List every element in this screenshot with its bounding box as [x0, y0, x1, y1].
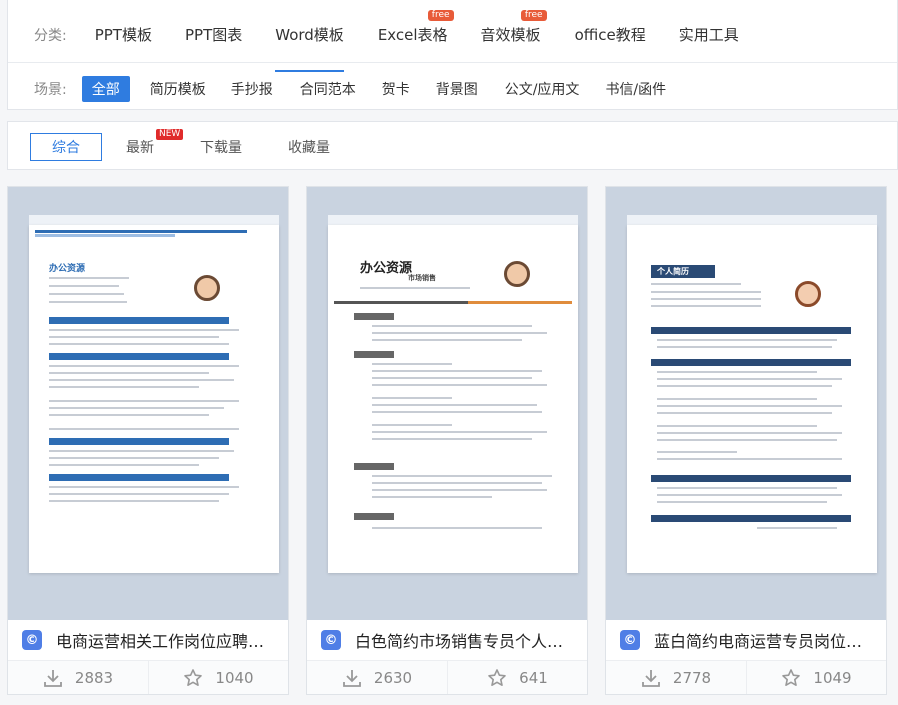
scene-official-doc[interactable]: 公文/应用文 — [505, 79, 580, 99]
scene-letter[interactable]: 书信/函件 — [605, 79, 666, 99]
preview-name: 办公资源 — [49, 264, 86, 274]
avatar — [504, 261, 530, 287]
preview-name: 个人简历 — [651, 265, 715, 278]
resume-preview-sheet: 办公资源 — [29, 225, 279, 573]
template-preview[interactable]: 办公资源 — [8, 187, 288, 620]
c-icon: © — [620, 630, 640, 650]
c-icon: © — [22, 630, 42, 650]
scene-resume[interactable]: 简历模板 — [150, 79, 206, 99]
category-ppt-template[interactable]: PPT模板 — [95, 24, 152, 45]
new-badge: NEW — [156, 129, 184, 140]
card-title[interactable]: 蓝白简约电商运营专员岗位个人简历 — [654, 628, 870, 652]
scene-contract[interactable]: 合同范本 — [300, 79, 356, 99]
download-icon — [44, 669, 62, 687]
sort-row: 综合 最新 NEW 下载量 收藏量 — [30, 129, 330, 161]
card-title-row[interactable]: © 电商运营相关工作岗位应聘个人简历 — [8, 620, 288, 660]
star-icon — [782, 668, 801, 686]
category-sound[interactable]: 音效模板 free — [481, 10, 547, 45]
download-count[interactable]: 2778 — [606, 661, 746, 694]
avatar — [194, 275, 220, 301]
scene-background[interactable]: 背景图 — [436, 79, 478, 99]
category-ppt-chart[interactable]: PPT图表 — [185, 24, 242, 45]
sort-newest[interactable]: 最新 NEW — [126, 129, 184, 157]
resume-preview-sheet: 办公资源 市场销售 — [328, 225, 578, 573]
divider — [8, 62, 897, 63]
download-count[interactable]: 2630 — [307, 661, 447, 694]
free-badge: free — [427, 10, 454, 21]
active-underline — [275, 70, 344, 72]
category-tools[interactable]: 实用工具 — [679, 24, 739, 45]
scene-row: 场景: 全部 简历模板 手抄报 合同范本 贺卡 背景图 公文/应用文 书信/函件 — [34, 76, 666, 102]
template-card[interactable]: 办公资源 © 电商运营相关工作岗位应聘个 2883 1040 — [7, 186, 289, 695]
sort-favorites[interactable]: 收藏量 — [288, 137, 330, 157]
resume-preview-sheet: 个人简历 — [627, 225, 877, 573]
card-title[interactable]: 电商运营相关工作岗位应聘个人简历 — [56, 628, 272, 652]
sort-downloads[interactable]: 下载量 — [200, 137, 242, 157]
c-icon: © — [321, 630, 341, 650]
preview-name: 办公资源 — [360, 261, 413, 276]
category-label: 分类: — [34, 27, 67, 44]
favorite-count[interactable]: 641 — [447, 661, 587, 694]
download-count[interactable]: 2883 — [8, 661, 148, 694]
sort-comprehensive[interactable]: 综合 — [30, 133, 102, 161]
favorite-count[interactable]: 1049 — [746, 661, 886, 694]
card-title[interactable]: 白色简约市场销售专员个人简历 — [355, 628, 571, 652]
scene-all[interactable]: 全部 — [81, 76, 130, 102]
category-office-tutorial[interactable]: office教程 — [575, 24, 646, 45]
template-card[interactable]: 办公资源 市场销售 © 白色简约市场销售专员个人简历 2630 641 — [306, 186, 588, 695]
card-title-row[interactable]: © 蓝白简约电商运营专员岗位个人简历 — [606, 620, 886, 660]
sort-panel: 综合 最新 NEW 下载量 收藏量 — [7, 121, 898, 170]
scene-greeting-card[interactable]: 贺卡 — [382, 79, 410, 99]
star-icon — [184, 668, 203, 686]
favorite-count[interactable]: 1040 — [148, 661, 288, 694]
card-stats: 2883 1040 — [8, 660, 288, 694]
category-word-template[interactable]: Word模板 — [275, 24, 344, 72]
free-badge: free — [520, 10, 547, 21]
avatar — [795, 281, 821, 307]
card-stats: 2778 1049 — [606, 660, 886, 694]
template-preview[interactable]: 办公资源 市场销售 — [307, 187, 587, 620]
category-excel[interactable]: Excel表格 free — [378, 10, 454, 45]
scene-label: 场景: — [34, 82, 67, 98]
card-title-row[interactable]: © 白色简约市场销售专员个人简历 — [307, 620, 587, 660]
download-icon — [343, 669, 361, 687]
template-card[interactable]: 个人简历 © 蓝白简约电商运营专员岗位个 2778 1049 — [605, 186, 887, 695]
category-row: 分类: PPT模板 PPT图表 Word模板 Excel表格 free 音效模板 f… — [34, 10, 739, 72]
download-icon — [642, 669, 660, 687]
card-stats: 2630 641 — [307, 660, 587, 694]
template-preview[interactable]: 个人简历 — [606, 187, 886, 620]
star-icon — [488, 668, 506, 686]
preview-subtitle: 市场销售 — [408, 274, 436, 282]
scene-handwritten-paper[interactable]: 手抄报 — [231, 79, 273, 99]
category-filter-panel: 分类: PPT模板 PPT图表 Word模板 Excel表格 free 音效模板 f… — [7, 0, 898, 110]
